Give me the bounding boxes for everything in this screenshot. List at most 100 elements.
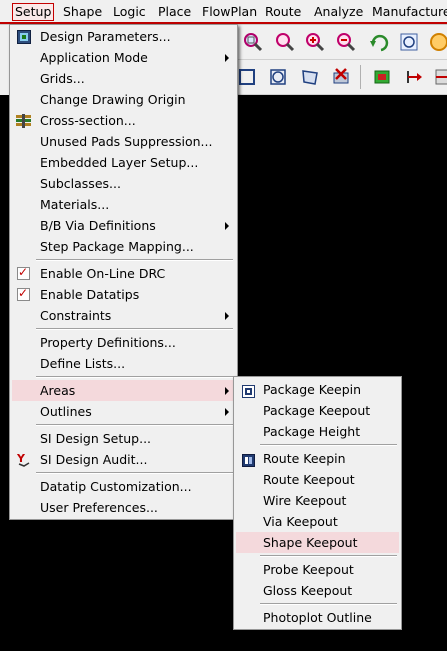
menu-item-label: Enable On-Line DRC bbox=[40, 266, 166, 281]
menu-item-package-height[interactable]: Package Height bbox=[236, 421, 399, 442]
menu-item-define-lists[interactable]: Define Lists... bbox=[12, 353, 235, 374]
menu-item-label: Application Mode bbox=[40, 50, 148, 65]
submenu-arrow-icon bbox=[225, 387, 229, 395]
menu-item-bb-via-definitions[interactable]: B/B Via Definitions bbox=[12, 215, 235, 236]
menu-route[interactable]: Route bbox=[262, 3, 304, 21]
zoom-previous-icon[interactable] bbox=[368, 31, 390, 53]
menu-item-label: Define Lists... bbox=[40, 356, 126, 371]
si-audit-icon: Y bbox=[16, 452, 31, 467]
menu-item-label: Grids... bbox=[40, 71, 85, 86]
menu-item-si-design-audit[interactable]: Y SI Design Audit... bbox=[12, 449, 235, 470]
menu-item-application-mode[interactable]: Application Mode bbox=[12, 47, 235, 68]
toolbar-shapes bbox=[236, 60, 447, 95]
menu-item-label: Step Package Mapping... bbox=[40, 239, 194, 254]
menu-separator bbox=[36, 259, 233, 261]
menu-setup[interactable]: Setup bbox=[12, 3, 55, 21]
menu-item-label: Datatip Customization... bbox=[40, 479, 192, 494]
menu-item-constraints[interactable]: Constraints bbox=[12, 305, 235, 326]
menu-item-label: Unused Pads Suppression... bbox=[40, 134, 213, 149]
measure-icon[interactable] bbox=[431, 66, 447, 88]
menu-flowplan[interactable]: FlowPlan bbox=[199, 3, 260, 21]
shape-void-icon[interactable] bbox=[330, 66, 352, 88]
menu-item-materials[interactable]: Materials... bbox=[12, 194, 235, 215]
menu-place[interactable]: Place bbox=[155, 3, 194, 21]
menu-item-change-drawing-origin[interactable]: Change Drawing Origin bbox=[12, 89, 235, 110]
submenu-arrow-icon bbox=[225, 54, 229, 62]
menu-item-property-definitions[interactable]: Property Definitions... bbox=[12, 332, 235, 353]
menu-item-package-keepin[interactable]: Package Keepin bbox=[236, 379, 399, 400]
menu-item-photoplot-outline[interactable]: Photoplot Outline bbox=[236, 607, 399, 628]
menu-item-label: B/B Via Definitions bbox=[40, 218, 156, 233]
design-parameters-icon bbox=[17, 29, 31, 44]
route-keepin-icon bbox=[242, 452, 256, 467]
menu-item-unused-pads-suppression[interactable]: Unused Pads Suppression... bbox=[12, 131, 235, 152]
menu-item-label: Package Keepin bbox=[263, 382, 362, 397]
redraw-icon[interactable] bbox=[428, 31, 447, 53]
menu-item-label: Gloss Keepout bbox=[263, 583, 353, 598]
checkbox-checked-icon: ✓ bbox=[17, 286, 30, 301]
svg-text:Y: Y bbox=[17, 452, 26, 465]
menu-item-label: Constraints bbox=[40, 308, 112, 323]
areas-submenu: Package Keepin Package Keepout Package H… bbox=[233, 376, 402, 630]
toolbar-separator bbox=[360, 65, 361, 89]
menu-item-grids[interactable]: Grids... bbox=[12, 68, 235, 89]
shape-circle-icon[interactable] bbox=[268, 66, 290, 88]
menu-separator bbox=[260, 603, 397, 605]
menu-item-label: SI Design Setup... bbox=[40, 431, 152, 446]
menu-item-label: Photoplot Outline bbox=[263, 610, 372, 625]
menu-logic[interactable]: Logic bbox=[110, 3, 149, 21]
menu-item-label: Materials... bbox=[40, 197, 110, 212]
menu-separator bbox=[36, 472, 233, 474]
menu-item-wire-keepout[interactable]: Wire Keepout bbox=[236, 490, 399, 511]
menu-separator bbox=[260, 555, 397, 557]
menu-bar: Setup Shape Logic Place FlowPlan Route A… bbox=[0, 0, 447, 25]
menu-item-gloss-keepout[interactable]: Gloss Keepout bbox=[236, 580, 399, 601]
menu-item-step-package-mapping[interactable]: Step Package Mapping... bbox=[12, 236, 235, 257]
menu-item-si-design-setup[interactable]: SI Design Setup... bbox=[12, 428, 235, 449]
submenu-arrow-icon bbox=[225, 312, 229, 320]
menu-item-label: Subclasses... bbox=[40, 176, 121, 191]
menu-item-label: Property Definitions... bbox=[40, 335, 176, 350]
menu-item-route-keepout[interactable]: Route Keepout bbox=[236, 469, 399, 490]
menu-separator bbox=[260, 444, 397, 446]
menu-item-route-keepin[interactable]: Route Keepin bbox=[236, 448, 399, 469]
menu-separator bbox=[36, 424, 233, 426]
menu-item-package-keepout[interactable]: Package Keepout bbox=[236, 400, 399, 421]
menu-item-label: Probe Keepout bbox=[263, 562, 354, 577]
menu-separator bbox=[36, 376, 233, 378]
menu-item-label: Shape Keepout bbox=[263, 535, 358, 550]
menu-item-label: Outlines bbox=[40, 404, 92, 419]
menu-item-enable-online-drc[interactable]: ✓ Enable On-Line DRC bbox=[12, 263, 235, 284]
menu-manufacture[interactable]: Manufacture bbox=[369, 3, 447, 21]
shape-polygon-icon[interactable] bbox=[299, 66, 321, 88]
dimension-icon[interactable] bbox=[404, 66, 426, 88]
package-keepin-icon bbox=[242, 383, 256, 398]
menu-item-areas[interactable]: Areas bbox=[12, 380, 235, 401]
menu-item-label: Route Keepin bbox=[263, 451, 346, 466]
cross-section-icon bbox=[16, 113, 31, 128]
component-place-icon[interactable] bbox=[371, 66, 393, 88]
menu-item-embedded-layer-setup[interactable]: Embedded Layer Setup... bbox=[12, 152, 235, 173]
shape-add-icon[interactable] bbox=[237, 66, 259, 88]
menu-item-cross-section[interactable]: Cross-section... bbox=[12, 110, 235, 131]
menu-item-shape-keepout[interactable]: Shape Keepout bbox=[236, 532, 399, 553]
menu-item-user-preferences[interactable]: User Preferences... bbox=[12, 497, 235, 518]
menu-item-datatip-customization[interactable]: Datatip Customization... bbox=[12, 476, 235, 497]
menu-shape[interactable]: Shape bbox=[60, 3, 105, 21]
zoom-out-icon[interactable] bbox=[335, 31, 357, 53]
menu-item-label: Wire Keepout bbox=[263, 493, 347, 508]
zoom-window-icon[interactable] bbox=[274, 31, 296, 53]
menu-item-outlines[interactable]: Outlines bbox=[12, 401, 235, 422]
zoom-in-icon[interactable] bbox=[304, 31, 326, 53]
menu-item-label: Package Keepout bbox=[263, 403, 371, 418]
menu-item-probe-keepout[interactable]: Probe Keepout bbox=[236, 559, 399, 580]
menu-analyze[interactable]: Analyze bbox=[311, 3, 366, 21]
menu-item-via-keepout[interactable]: Via Keepout bbox=[236, 511, 399, 532]
menu-item-enable-datatips[interactable]: ✓ Enable Datatips bbox=[12, 284, 235, 305]
menu-item-subclasses[interactable]: Subclasses... bbox=[12, 173, 235, 194]
zoom-fit-icon[interactable] bbox=[242, 31, 264, 53]
menu-item-label: Package Height bbox=[263, 424, 361, 439]
menu-item-label: Cross-section... bbox=[40, 113, 136, 128]
menu-item-design-parameters[interactable]: Design Parameters... bbox=[12, 26, 235, 47]
zoom-world-icon[interactable] bbox=[398, 31, 420, 53]
